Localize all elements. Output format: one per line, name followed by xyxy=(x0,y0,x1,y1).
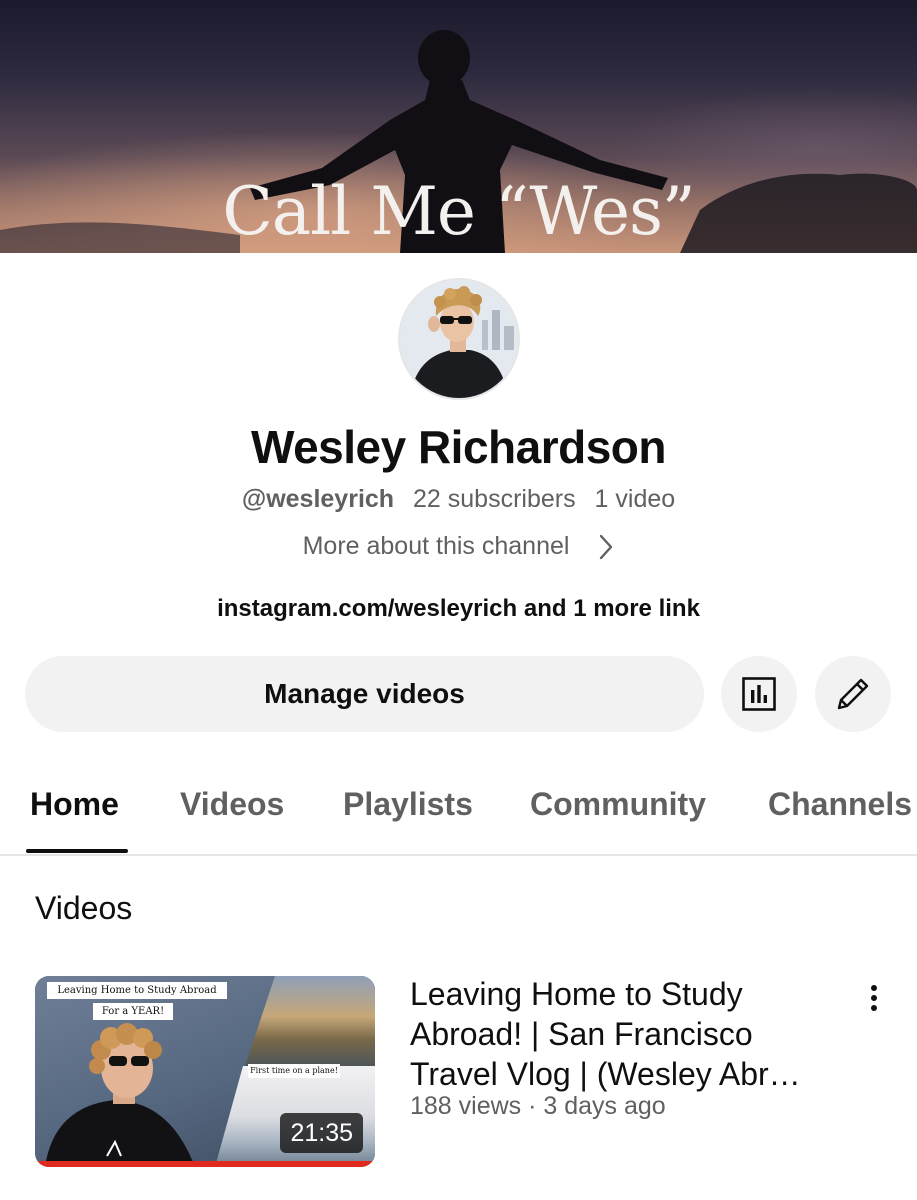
manage-videos-label: Manage videos xyxy=(264,678,465,709)
video-count: 1 video xyxy=(594,485,676,513)
channel-banner: Call Me “Wes” xyxy=(0,0,917,253)
bar-chart-icon xyxy=(742,677,776,711)
thumbnail-caption-main: Leaving Home to Study Abroad xyxy=(47,982,227,999)
video-thumbnail[interactable]: Leaving Home to Study Abroad For a YEAR!… xyxy=(35,976,375,1167)
video-duration-badge: 21:35 xyxy=(280,1113,363,1153)
subscriber-count: 22 subscribers xyxy=(413,485,576,513)
tab-community[interactable]: Community xyxy=(530,786,706,823)
more-about-label: More about this channel xyxy=(302,532,570,560)
channel-meta: @wesleyrich 22 subscribers 1 video xyxy=(0,485,917,514)
active-tab-indicator xyxy=(26,849,128,853)
tab-home[interactable]: Home xyxy=(30,786,119,823)
more-vertical-icon xyxy=(871,985,877,1011)
channel-tabs: Home Videos Playlists Community Channels xyxy=(0,758,917,856)
edit-channel-button[interactable] xyxy=(815,656,891,732)
channel-name: Wesley Richardson xyxy=(250,421,667,473)
tab-channels[interactable]: Channels xyxy=(768,786,912,823)
section-title: Videos xyxy=(35,890,133,926)
avatar-photo xyxy=(400,280,518,398)
tab-videos[interactable]: Videos xyxy=(180,786,284,823)
chevron-right-icon xyxy=(600,535,613,560)
channel-handle: @wesleyrich xyxy=(241,485,395,513)
watch-progress-bar xyxy=(35,1161,375,1167)
banner-title: Call Me “Wes” xyxy=(222,173,695,250)
tab-playlists[interactable]: Playlists xyxy=(343,786,473,823)
pencil-icon xyxy=(837,678,869,710)
analytics-button[interactable] xyxy=(721,656,797,732)
video-more-options-button[interactable] xyxy=(858,978,890,1018)
video-meta: 188 views · 3 days ago xyxy=(410,1092,666,1120)
video-title[interactable]: Leaving Home to Study Abroad! | San Fran… xyxy=(410,974,830,1094)
thumbnail-caption-plane: First time on a plane! xyxy=(248,1064,340,1078)
manage-videos-button[interactable]: Manage videos xyxy=(25,656,704,732)
channel-avatar[interactable] xyxy=(398,278,520,400)
thumbnail-caption-sub: For a YEAR! xyxy=(93,1003,173,1020)
channel-links[interactable]: instagram.com/wesleyrich and 1 more link xyxy=(0,595,917,623)
more-about-link[interactable]: More about this channel xyxy=(0,532,917,561)
